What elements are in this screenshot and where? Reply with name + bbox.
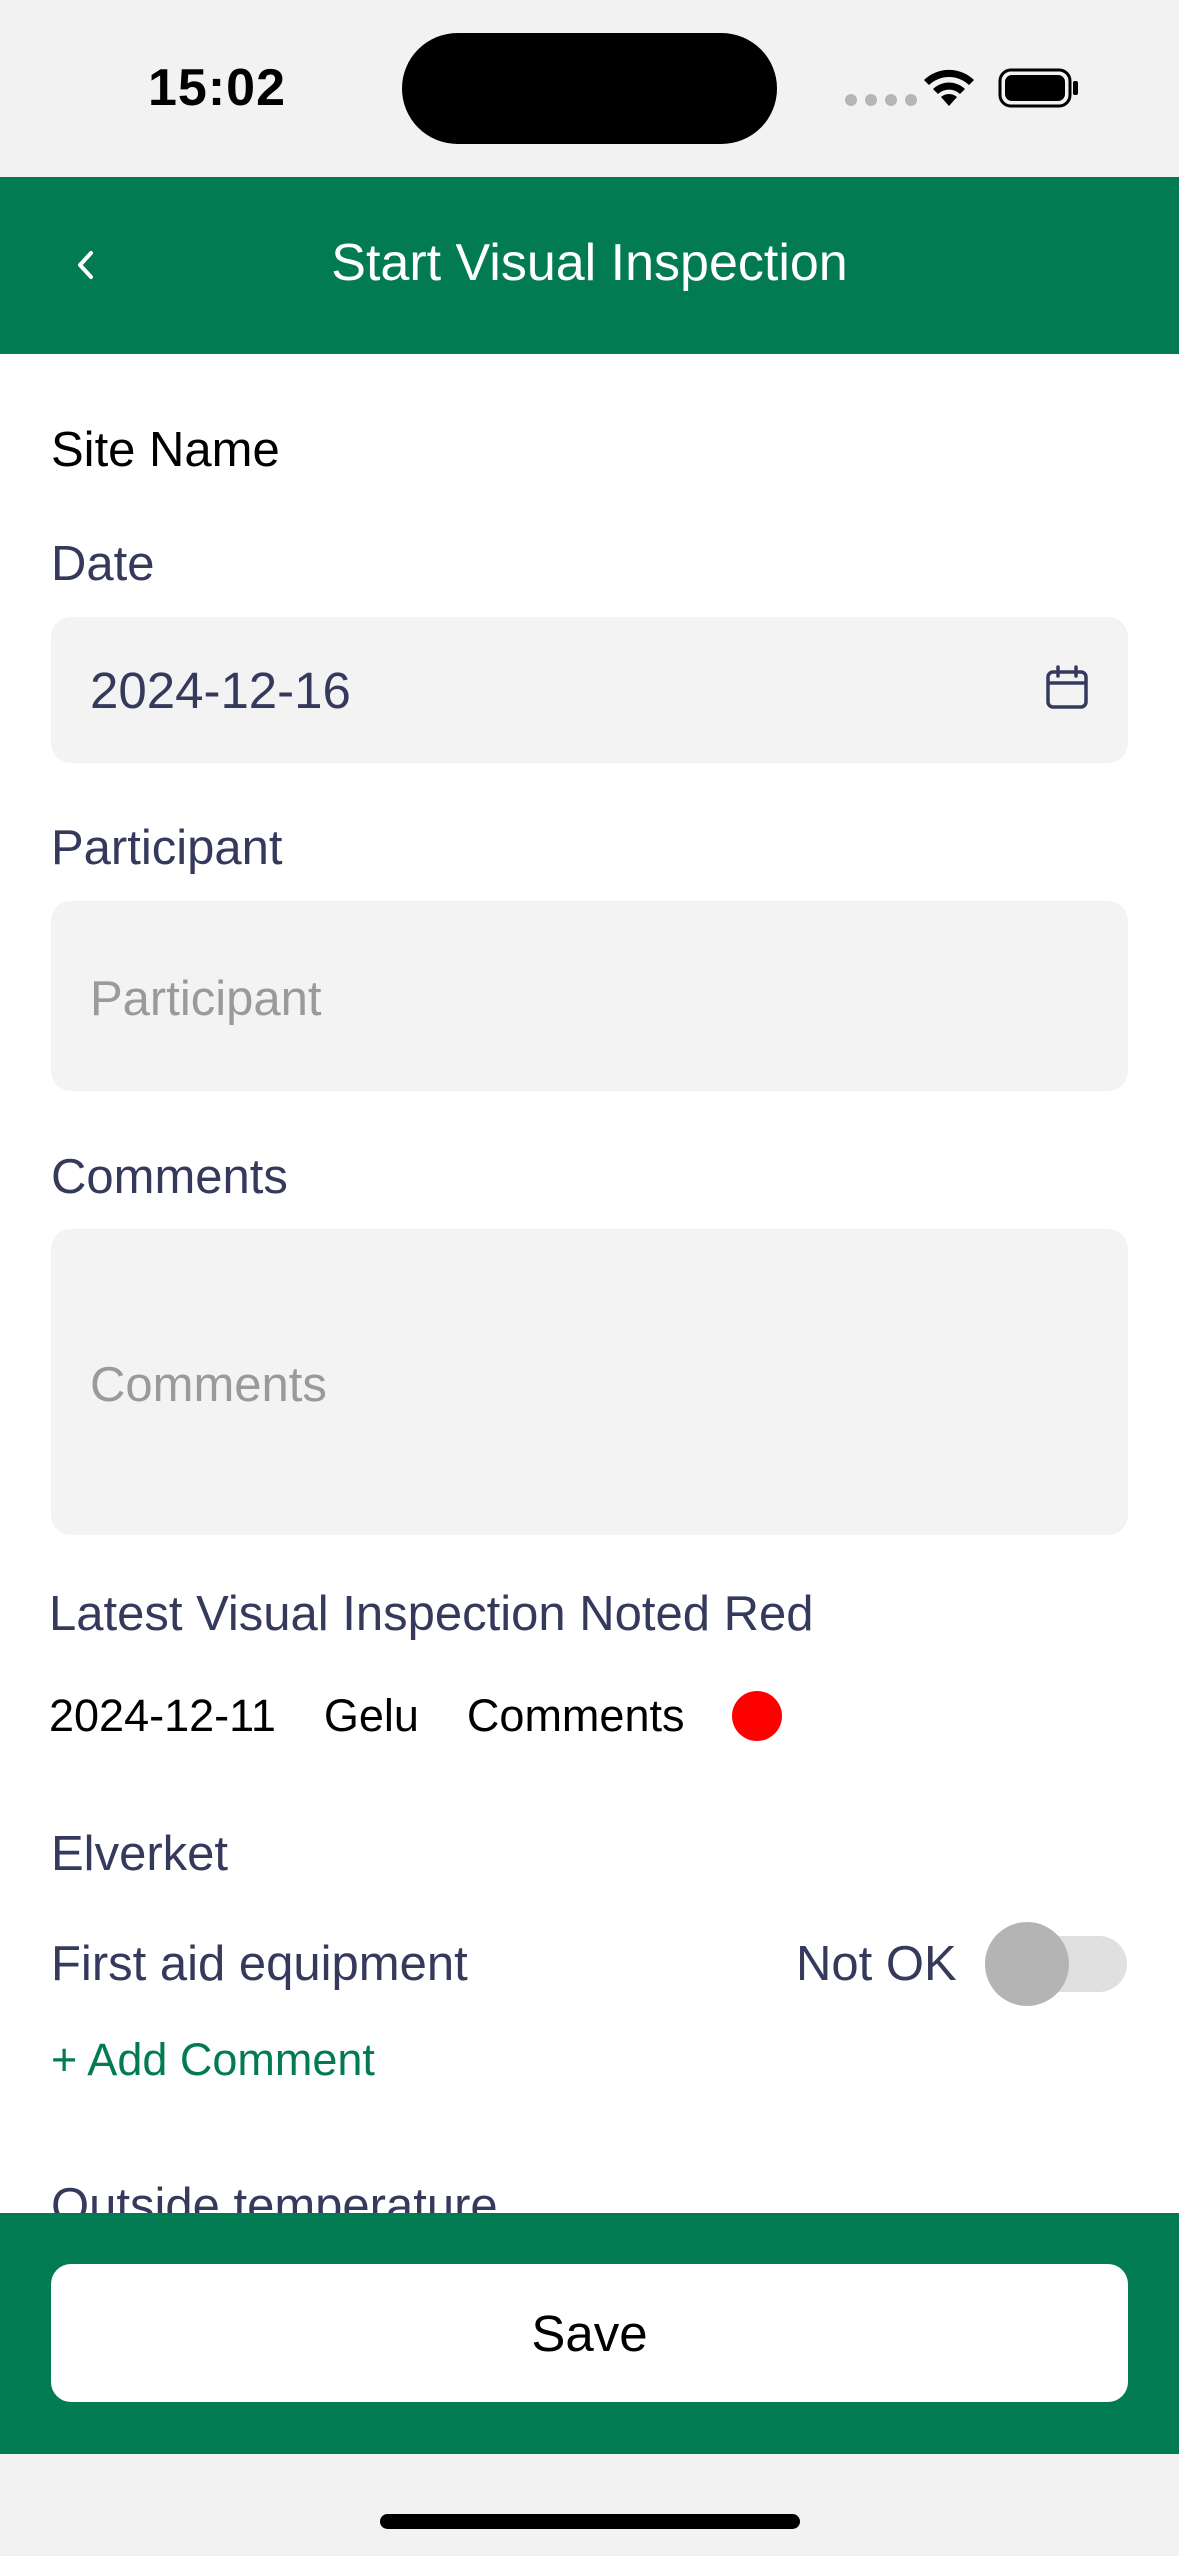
toggle-knob <box>985 1922 1069 2006</box>
next-item-heading: Outside temperature <box>51 2179 498 2213</box>
latest-inspection-row: 2024-12-11 Gelu Comments <box>49 1690 783 1742</box>
latest-inspection-heading: Latest Visual Inspection Noted Red <box>49 1587 814 1641</box>
comments-placeholder: Comments <box>90 1358 327 1412</box>
date-label: Date <box>51 537 155 591</box>
latest-inspection-comments: Comments <box>466 1690 685 1741</box>
site-name-label: Site Name <box>51 423 280 477</box>
home-indicator[interactable] <box>380 2514 800 2529</box>
latest-inspection-date: 2024-12-11 <box>49 1690 276 1741</box>
calendar-icon[interactable] <box>1044 665 1090 711</box>
participant-label: Participant <box>51 821 283 875</box>
page-title: Start Visual Inspection <box>331 234 848 292</box>
save-button[interactable]: Save <box>51 2264 1128 2402</box>
comments-textarea[interactable]: Comments <box>51 1229 1128 1535</box>
status-bar: 15:02 <box>0 0 1179 177</box>
checklist-item-label: First aid equipment <box>51 1937 468 1991</box>
group-heading: Elverket <box>51 1827 229 1881</box>
cellular-signal-icon <box>845 94 917 106</box>
comments-label: Comments <box>51 1150 288 1204</box>
status-time: 15:02 <box>148 59 286 117</box>
participant-input[interactable]: Participant <box>51 901 1128 1091</box>
checklist-item-status: Not OK <box>796 1937 957 1991</box>
status-indicator-red <box>732 1691 783 1741</box>
battery-icon <box>998 68 1078 108</box>
participant-placeholder: Participant <box>90 972 322 1026</box>
latest-inspection-participant: Gelu <box>323 1690 419 1741</box>
footer-bar: Save <box>0 2213 1179 2454</box>
app-header: Start Visual Inspection <box>0 177 1179 354</box>
date-value: 2024-12-16 <box>90 662 351 719</box>
ok-toggle[interactable] <box>985 1922 1127 2006</box>
dynamic-island <box>402 33 777 144</box>
inspection-form[interactable]: Site Name Date 2024-12-16 Participant Pa… <box>0 354 1179 2213</box>
add-comment-button[interactable]: + Add Comment <box>51 2034 375 2086</box>
date-field[interactable]: 2024-12-16 <box>51 617 1128 763</box>
wifi-icon <box>924 69 974 106</box>
